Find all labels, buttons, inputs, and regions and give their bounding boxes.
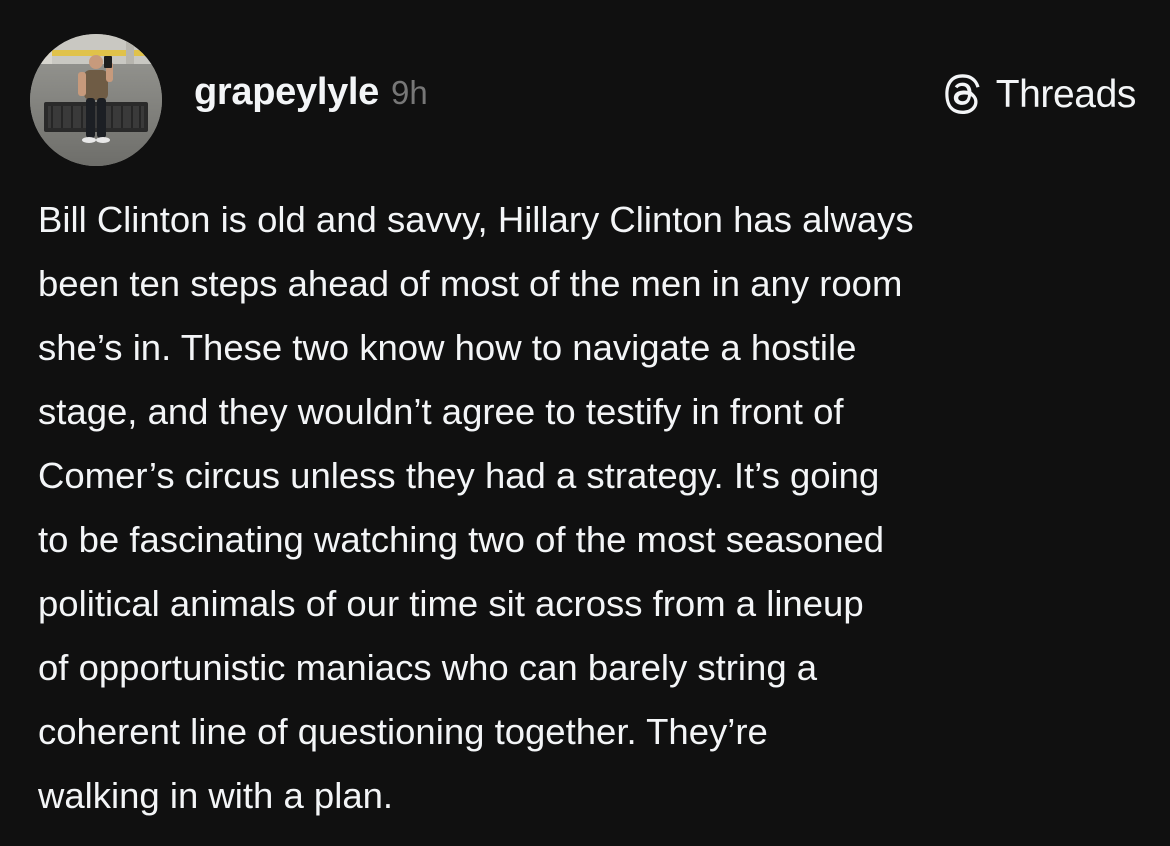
post-body-line: Bill Clinton is old and savvy, Hillary C… — [38, 199, 914, 240]
post-body: Bill Clinton is old and savvy, Hillary C… — [38, 188, 1140, 828]
post-body-line: to be fascinating watching two of the mo… — [38, 519, 885, 560]
brand-label: Threads — [995, 73, 1137, 116]
post-body-line: she’s in. These two know how to navigate… — [38, 327, 857, 368]
post-body-line: been ten steps ahead of most of the men … — [38, 263, 903, 304]
threads-brand-link[interactable]: Threads — [944, 70, 1136, 120]
post-header: grapeylyle 9h — [194, 71, 428, 119]
post-body-line: political animals of our time sit across… — [38, 583, 864, 624]
username[interactable]: grapeylyle — [194, 71, 379, 114]
threads-post: grapeylyle 9h Threads Bill Clinton is ol… — [0, 0, 1170, 846]
post-timestamp: 9h — [391, 74, 428, 111]
threads-logo-icon — [945, 74, 980, 114]
post-body-line: of opportunistic maniacs who can barely … — [38, 647, 818, 688]
post-body-line: walking in with a plan. — [38, 775, 394, 816]
post-body-line: coherent line of questioning together. T… — [38, 711, 768, 752]
post-body-line: stage, and they wouldn’t agree to testif… — [38, 391, 844, 432]
post-body-line: Comer’s circus unless they had a strateg… — [38, 455, 880, 496]
avatar[interactable] — [30, 34, 162, 166]
avatar-photo — [30, 34, 162, 166]
